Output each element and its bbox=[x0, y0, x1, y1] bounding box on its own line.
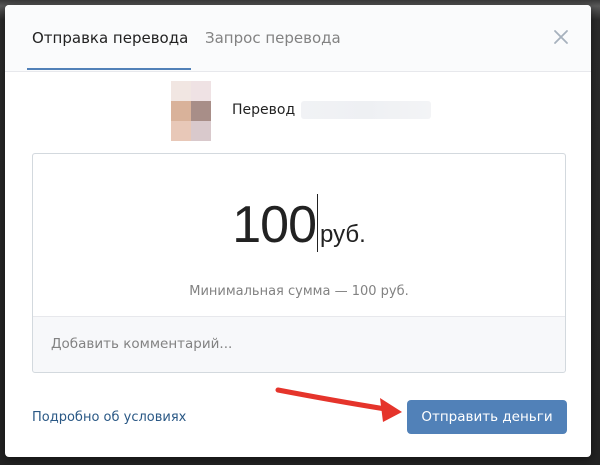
text-caret bbox=[317, 194, 318, 252]
amount-row[interactable]: 100 руб. bbox=[33, 194, 565, 255]
recipient-row: Перевод bbox=[171, 81, 451, 141]
terms-link[interactable]: Подробно об условиях bbox=[32, 410, 186, 425]
amount-area: 100 руб. Минимальная сумма — 100 руб. bbox=[33, 154, 565, 317]
close-icon[interactable] bbox=[551, 27, 571, 47]
tab-request-transfer[interactable]: Запрос перевода bbox=[205, 27, 341, 49]
recipient-label: Перевод bbox=[232, 102, 296, 118]
avatar[interactable] bbox=[171, 81, 211, 141]
amount-value[interactable]: 100 bbox=[232, 196, 317, 254]
recipient-name-blurred bbox=[301, 101, 431, 119]
comment-input[interactable] bbox=[33, 317, 565, 371]
send-money-button[interactable]: Отправить деньги bbox=[407, 400, 567, 434]
currency-label: руб. bbox=[320, 221, 366, 248]
tab-send-transfer[interactable]: Отправка перевода bbox=[32, 27, 188, 49]
tabs-header: Отправка перевода Запрос перевода bbox=[5, 5, 591, 72]
active-tab-indicator bbox=[27, 68, 191, 70]
money-transfer-dialog: Отправка перевода Запрос перевода Перево… bbox=[5, 5, 591, 457]
minimum-amount-hint: Минимальная сумма — 100 руб. bbox=[189, 284, 409, 299]
amount-box: 100 руб. Минимальная сумма — 100 руб. bbox=[32, 153, 566, 373]
